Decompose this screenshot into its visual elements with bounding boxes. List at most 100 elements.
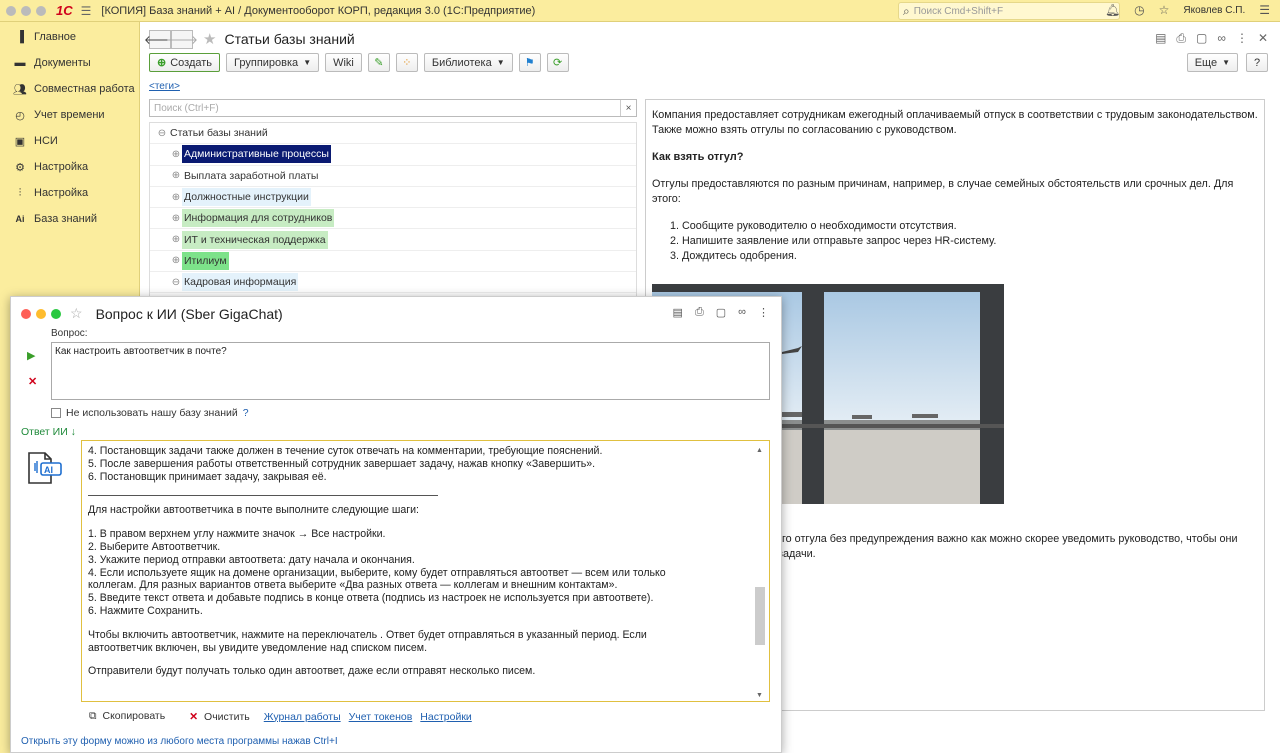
no-knowledge-base-checkbox[interactable]: Не использовать нашу базу знаний ? xyxy=(51,407,249,419)
tree-node[interactable]: ⊕ Должностные инструкции xyxy=(150,187,636,209)
save-icon[interactable]: ▤ xyxy=(1155,31,1166,46)
answer-scrollbar[interactable]: ▲ ▼ xyxy=(755,447,765,699)
ai-document-icon: AI xyxy=(25,449,67,485)
tags-link[interactable]: <теги> xyxy=(149,81,180,92)
favorite-star-icon[interactable]: ★ xyxy=(203,30,216,48)
link-icon[interactable]: ∞ xyxy=(1217,31,1226,46)
collapse-icon[interactable]: ⊖ xyxy=(156,128,168,139)
window-close-dot[interactable] xyxy=(6,5,16,16)
tree-node[interactable]: ⊕ Выплата заработной платы xyxy=(150,166,636,187)
clear-label: Очистить xyxy=(204,710,250,723)
tree-node[interactable]: ⊕ Информация для сотрудников xyxy=(150,208,636,230)
settings-menu-icon[interactable]: ☰ xyxy=(1259,3,1270,17)
sidebar-item-settings[interactable]: ⚙ Настройка xyxy=(0,154,139,180)
settings-link[interactable]: Настройки xyxy=(420,711,472,723)
more-icon[interactable]: ⋮ xyxy=(758,306,769,319)
link-icon[interactable]: ∞ xyxy=(738,306,746,319)
more-icon[interactable]: ⋮ xyxy=(1236,31,1248,46)
cancel-icon[interactable]: ✕ xyxy=(28,375,37,388)
sidebar-item-documents[interactable]: ▬ Документы xyxy=(0,50,139,76)
sidebar-item-main[interactable]: ▐ Главное xyxy=(0,24,139,50)
more-button[interactable]: Еще ▼ xyxy=(1186,53,1238,72)
refresh-icon[interactable]: ⟳ xyxy=(546,53,569,72)
create-button[interactable]: ⊕ Создать xyxy=(149,53,221,72)
global-search-input[interactable]: ⌕ Поиск Cmd+Shift+F xyxy=(898,2,1120,20)
answer-separator xyxy=(88,495,438,497)
scroll-down-icon[interactable]: ▼ xyxy=(756,690,763,701)
tokens-link[interactable]: Учет токенов xyxy=(349,711,413,723)
print-icon[interactable]: ⎙ xyxy=(1176,31,1186,46)
app-logo: 1С xyxy=(56,3,73,18)
user-name[interactable]: Яковлев С.П. xyxy=(1183,5,1245,16)
clear-button[interactable]: ✕ Очистить xyxy=(189,711,250,723)
library-button[interactable]: Библиотека ▼ xyxy=(423,53,513,72)
save-icon[interactable]: ▤ xyxy=(673,306,683,319)
expand-icon[interactable]: ⊕ xyxy=(170,234,182,245)
expand-icon[interactable]: ⊕ xyxy=(170,255,182,266)
tree-node[interactable]: ⊕ ИТ и техническая поддержка xyxy=(150,229,636,251)
copy-button[interactable]: ⧉ Скопировать xyxy=(89,710,165,723)
dialog-zoom-dot[interactable] xyxy=(51,308,61,319)
answer-line: 5. Введите текст ответа и добавьте подпи… xyxy=(88,592,654,605)
sidebar-item-nsi[interactable]: ▣ НСИ xyxy=(0,128,139,154)
article-paragraph: Компания предоставляет сотрудникам ежего… xyxy=(652,109,1258,136)
question-label: Вопрос: xyxy=(51,328,88,339)
tree-node-label: Выплата заработной платы xyxy=(184,169,319,182)
checkbox-box[interactable] xyxy=(51,408,61,418)
answer-line: 1. В правом верхнем углу нажмите значок … xyxy=(88,528,386,541)
favorite-star-icon[interactable]: ☆ xyxy=(70,305,83,322)
help-button[interactable]: ? xyxy=(1246,53,1268,72)
menu-icon[interactable]: ☰ xyxy=(81,4,92,18)
journal-link[interactable]: Журнал работы xyxy=(264,711,341,723)
expand-icon[interactable]: ⊕ xyxy=(170,213,182,224)
article-paragraph: Отгулы предоставляются по разным причина… xyxy=(652,178,1234,205)
wiki-button[interactable]: Wiki xyxy=(325,53,362,72)
tree-node-label: Административные процессы xyxy=(182,145,331,164)
history-icon[interactable]: ◷ xyxy=(1134,3,1144,17)
print-icon[interactable]: ⎙ xyxy=(695,306,704,319)
answer-line: 2. Выберите Автоответчик. xyxy=(88,540,221,553)
bell-icon[interactable]: 🔔︎ xyxy=(1105,3,1120,17)
flag-icon[interactable]: ⚑ xyxy=(518,53,541,72)
svg-text:AI: AI xyxy=(44,465,53,475)
sidebar-item-knowledge-base[interactable]: Ai База знаний xyxy=(0,206,139,232)
tree-node-label: Кадровая информация xyxy=(182,273,299,292)
chevron-down-icon: ▼ xyxy=(496,58,505,67)
sidebar-item-collaboration[interactable]: 👥︎ Совместная работа xyxy=(0,76,139,102)
palette-icon[interactable]: ⁘ xyxy=(395,53,418,72)
sidebar-item-settings-2[interactable]: ⫶ Настройка xyxy=(0,180,139,206)
dialog-minimize-dot[interactable] xyxy=(36,308,46,319)
expand-icon[interactable]: ⊕ xyxy=(170,149,182,160)
run-icon[interactable]: ▶ xyxy=(27,349,35,362)
close-icon[interactable]: ✕ xyxy=(1258,31,1268,46)
clear-icon[interactable]: × xyxy=(620,100,636,116)
chevron-down-icon: ▼ xyxy=(303,58,312,67)
star-icon[interactable]: ☆ xyxy=(1159,3,1170,17)
search-placeholder: Поиск Cmd+Shift+F xyxy=(913,5,1004,17)
collapse-icon[interactable]: ⊖ xyxy=(170,277,182,288)
sidebar-item-label: База знаний xyxy=(34,213,98,225)
preview-icon[interactable]: ▢ xyxy=(1196,31,1207,46)
tree-node[interactable]: ⊖ Кадровая информация xyxy=(150,272,636,294)
expand-icon[interactable]: ⊕ xyxy=(170,192,182,203)
question-input[interactable]: Как настроить автоответчик в почте? xyxy=(51,342,770,400)
sidebar-item-time[interactable]: ◴ Учет времени xyxy=(0,102,139,128)
window-minimize-dot[interactable] xyxy=(21,5,31,16)
tree-node[interactable]: ⊕ Административные процессы xyxy=(150,144,636,166)
window-zoom-dot[interactable] xyxy=(36,5,46,16)
grouping-button[interactable]: Группировка ▼ xyxy=(226,53,320,72)
dialog-close-dot[interactable] xyxy=(21,308,31,319)
help-link[interactable]: ? xyxy=(243,407,249,419)
answer-line: Для настройки автоответчика в почте выпо… xyxy=(88,504,419,517)
edit-icon[interactable]: ✎ xyxy=(367,53,390,72)
tree-search-input[interactable]: Поиск (Ctrl+F) × xyxy=(149,99,637,117)
page-title: Статьи базы знаний xyxy=(224,31,355,47)
scrollbar-thumb[interactable] xyxy=(755,587,765,645)
expand-icon[interactable]: ⊕ xyxy=(170,170,182,181)
scroll-up-icon[interactable]: ▲ xyxy=(756,445,763,458)
preview-icon[interactable]: ▢ xyxy=(716,306,726,319)
tree-root[interactable]: ⊖ Статьи базы знаний xyxy=(150,123,636,145)
tree-node[interactable]: ⊕ Итилиум xyxy=(150,251,636,273)
answer-output[interactable]: 4. Постановщик задачи также должен в теч… xyxy=(81,440,770,702)
forward-button[interactable]: 🡒 xyxy=(166,29,198,49)
